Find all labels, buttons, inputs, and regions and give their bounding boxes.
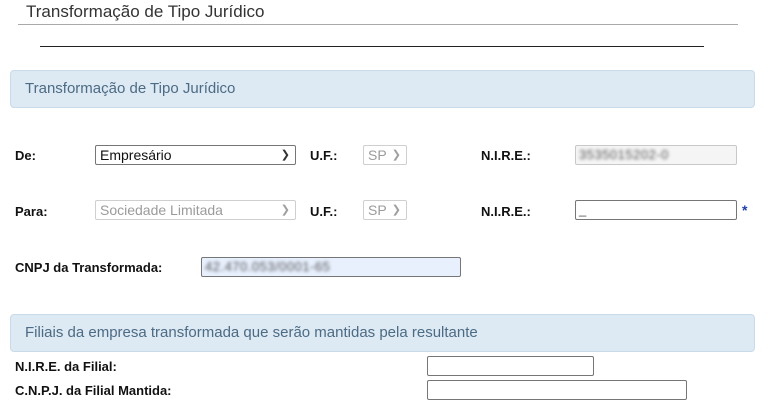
separator-line <box>40 46 704 47</box>
page-title: Transformação de Tipo Jurídico <box>26 2 265 21</box>
section-header-filiais: Filiais da empresa transformada que serã… <box>10 314 755 352</box>
para-label: Para: <box>15 204 48 219</box>
nire-filial-field[interactable] <box>427 356 594 376</box>
chevron-down-icon: ❯ <box>280 149 290 161</box>
para-tipo-value: Sociedade Limitada <box>100 202 223 218</box>
para-uf-value: SP <box>368 202 387 218</box>
para-nire-field[interactable]: _ <box>575 200 737 220</box>
nire-filial-label: N.I.R.E. da Filial: <box>15 359 117 374</box>
de-uf-value: SP <box>368 147 387 163</box>
de-tipo-value: Empresário <box>100 147 172 163</box>
chevron-down-icon: ❯ <box>280 204 290 216</box>
para-nire-label: N.I.R.E.: <box>481 204 531 219</box>
cnpj-transformada-label: CNPJ da Transformada: <box>15 260 163 275</box>
page: Transformação de Tipo Jurídico Transform… <box>0 0 776 401</box>
chevron-down-icon: ❯ <box>391 204 401 216</box>
cnpj-filial-field[interactable] <box>427 380 687 400</box>
para-uf-select[interactable]: SP ❯ <box>363 200 407 220</box>
cnpj-transformada-value: 42.470.053/0001-65 <box>205 259 331 274</box>
de-nire-field[interactable]: 3535015202-0 <box>575 145 737 165</box>
para-nire-value: _ <box>579 202 587 217</box>
para-uf-label: U.F.: <box>310 204 338 219</box>
de-nire-label: N.I.R.E.: <box>481 148 531 163</box>
de-uf-label: U.F.: <box>310 148 338 163</box>
de-label: De: <box>15 148 36 163</box>
section-header-transformacao: Transformação de Tipo Jurídico <box>10 70 755 108</box>
para-tipo-select[interactable]: Sociedade Limitada ❯ <box>95 200 296 220</box>
required-marker: * <box>742 202 748 218</box>
de-tipo-select[interactable]: Empresário ❯ <box>95 145 296 165</box>
cnpj-transformada-field[interactable]: 42.470.053/0001-65 <box>201 257 461 277</box>
title-divider <box>18 24 738 25</box>
de-nire-value: 3535015202-0 <box>579 147 669 162</box>
chevron-down-icon: ❯ <box>391 149 401 161</box>
cnpj-filial-label: C.N.P.J. da Filial Mantida: <box>15 383 172 398</box>
de-uf-select[interactable]: SP ❯ <box>363 145 407 165</box>
